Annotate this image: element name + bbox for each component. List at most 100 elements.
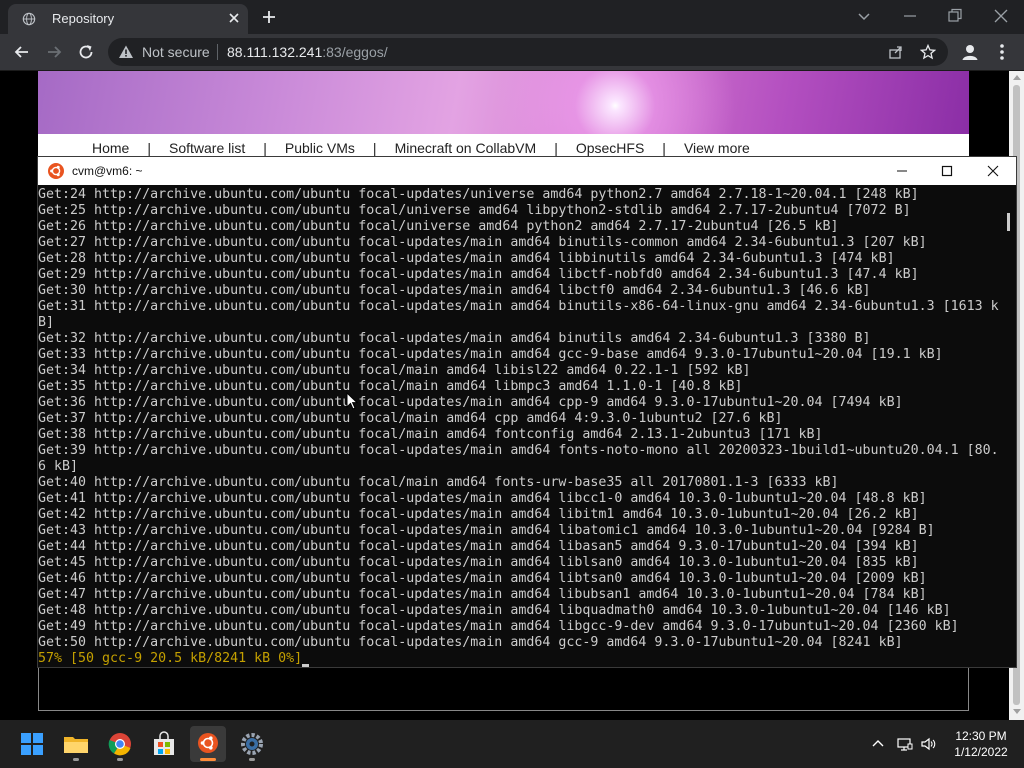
terminal-line: Get:49 http://archive.ubuntu.com/ubuntu … [38, 619, 959, 634]
ubuntu-icon [198, 733, 218, 753]
terminal-scrollbar-thumb[interactable] [1007, 213, 1010, 231]
terminal-line: Get:40 http://archive.ubuntu.com/ubuntu … [38, 475, 839, 490]
apt-progress-text: 57% [50 gcc-9 20.5 kB/8241 kB 0%] [38, 651, 303, 666]
nav-separator: | [662, 140, 666, 156]
terminal-line: Get:27 http://archive.ubuntu.com/ubuntu … [38, 235, 927, 250]
terminal-output[interactable]: Get:24 http://archive.ubuntu.com/ubuntu … [38, 187, 1000, 667]
terminal-line: Get:45 http://archive.ubuntu.com/ubuntu … [38, 555, 919, 570]
terminal-line: Get:34 http://archive.ubuntu.com/ubuntu … [38, 363, 751, 378]
taskbar-store[interactable] [146, 726, 182, 762]
terminal-line: Get:46 http://archive.ubuntu.com/ubuntu … [38, 571, 927, 586]
running-indicator [249, 758, 255, 761]
terminal-title: cvm@vm6: ~ [72, 164, 143, 178]
terminal-line: Get:43 http://archive.ubuntu.com/ubuntu … [38, 523, 935, 538]
close-window-icon[interactable] [991, 6, 1011, 26]
nav-link-view-more[interactable]: View more [684, 140, 750, 156]
terminal-line: Get:37 http://archive.ubuntu.com/ubuntu … [38, 411, 783, 426]
terminal-line: Get:50 http://archive.ubuntu.com/ubuntu … [38, 635, 903, 650]
warning-triangle-icon[interactable] [118, 44, 134, 60]
taskbar: 12:30 PM 1/12/2022 [0, 720, 1024, 768]
terminal-line: 6 kB] [38, 459, 79, 474]
chrome-icon [108, 733, 131, 756]
bookmark-star-icon[interactable] [920, 44, 936, 60]
terminal-line: Get:24 http://archive.ubuntu.com/ubuntu … [38, 187, 919, 202]
terminal-line: Get:42 http://archive.ubuntu.com/ubuntu … [38, 507, 919, 522]
share-icon[interactable] [888, 44, 904, 60]
url-path: :83/eggos/ [322, 44, 388, 60]
nav-separator: | [147, 140, 151, 156]
taskbar-settings[interactable] [234, 726, 270, 762]
clock-time: 12:30 PM [955, 729, 1007, 743]
reload-icon[interactable] [76, 42, 96, 62]
terminal-scrollbar[interactable] [1002, 185, 1016, 667]
profile-avatar-icon[interactable] [960, 42, 980, 62]
taskbar-start[interactable] [14, 726, 50, 762]
nav-separator: | [263, 140, 267, 156]
terminal-line: Get:44 http://archive.ubuntu.com/ubuntu … [38, 539, 919, 554]
terminal-line: Get:28 http://archive.ubuntu.com/ubuntu … [38, 251, 895, 266]
site-nav-items: Home | Software list | Public VMs | Minecraft … [88, 140, 754, 156]
nav-link-home[interactable]: Home [92, 140, 129, 156]
taskbar-ubuntu[interactable] [190, 726, 226, 762]
terminal-minimize-icon[interactable] [895, 164, 909, 178]
tab-title: Repository [52, 11, 115, 26]
system-clock[interactable]: 12:30 PM 1/12/2022 [946, 728, 1016, 760]
terminal-line: Get:25 http://archive.ubuntu.com/ubuntu … [38, 203, 911, 218]
terminal-line: Get:32 http://archive.ubuntu.com/ubuntu … [38, 331, 871, 346]
terminal-line: Get:30 http://archive.ubuntu.com/ubuntu … [38, 283, 871, 298]
terminal-title-bar[interactable]: cvm@vm6: ~ [38, 157, 1016, 185]
terminal-line: Get:33 http://archive.ubuntu.com/ubuntu … [38, 347, 943, 362]
scroll-up-icon[interactable] [1013, 75, 1021, 80]
close-tab-icon[interactable] [226, 10, 242, 26]
file-explorer-icon [64, 737, 88, 753]
terminal-line: Get:41 http://archive.ubuntu.com/ubuntu … [38, 491, 927, 506]
nav-separator: | [554, 140, 558, 156]
url-host: 88.111.132.241 [227, 44, 323, 60]
globe-icon [22, 12, 36, 26]
nav-link-minecraft[interactable]: Minecraft on CollabVM [395, 140, 537, 156]
terminal-window[interactable]: cvm@vm6: ~ Get:24 http://archive.ubuntu.… [38, 157, 1016, 667]
tab-search-chevron-icon[interactable] [854, 6, 874, 26]
new-tab-icon[interactable] [260, 8, 278, 26]
network-icon[interactable] [897, 736, 913, 752]
nav-separator: | [372, 140, 377, 156]
terminal-line: B] [38, 315, 55, 330]
nav-link-software-list[interactable]: Software list [169, 140, 245, 156]
terminal-line: Get:31 http://archive.ubuntu.com/ubuntu … [38, 299, 999, 314]
terminal-line: Get:35 http://archive.ubuntu.com/ubuntu … [38, 379, 743, 394]
terminal-line: Get:36 http://archive.ubuntu.com/ubuntu … [38, 395, 903, 410]
terminal-close-icon[interactable] [986, 164, 1000, 178]
running-indicator [117, 758, 123, 761]
terminal-line: Get:29 http://archive.ubuntu.com/ubuntu … [38, 267, 919, 282]
windows-start-icon [21, 733, 43, 755]
site-banner [38, 71, 969, 134]
nav-link-public-vms[interactable]: Public VMs [285, 140, 355, 156]
taskbar-chrome[interactable] [102, 726, 138, 762]
terminal-cursor [302, 664, 310, 667]
restore-icon[interactable] [945, 6, 965, 26]
url-text[interactable]: 88.111.132.241:83/eggos/ [227, 44, 388, 60]
address-bar[interactable]: Not secure 88.111.132.241:83/eggos/ [108, 38, 948, 66]
chevron-up-icon[interactable] [870, 736, 886, 752]
volume-icon[interactable] [920, 736, 936, 752]
terminal-line: Get:39 http://archive.ubuntu.com/ubuntu … [38, 443, 999, 458]
browser-toolbar: Not secure 88.111.132.241:83/eggos/ [0, 34, 1024, 71]
ubuntu-icon [48, 163, 64, 179]
forward-arrow-icon[interactable] [44, 42, 64, 62]
back-arrow-icon[interactable] [12, 42, 32, 62]
mouse-cursor-icon [346, 392, 358, 410]
terminal-progress-line: 57% [50 gcc-9 20.5 kB/8241 kB 0%] [38, 651, 1000, 667]
taskbar-file-explorer[interactable] [58, 726, 94, 762]
not-secure-label[interactable]: Not secure [142, 44, 210, 60]
browser-menu-icon[interactable] [996, 42, 1008, 62]
browser-tab-bar: Repository [0, 0, 1024, 34]
minimize-icon[interactable] [900, 6, 920, 26]
clock-date: 1/12/2022 [954, 745, 1008, 759]
scroll-down-icon[interactable] [1013, 709, 1021, 714]
settings-icon [241, 733, 263, 755]
tab-repository[interactable]: Repository [8, 4, 248, 34]
terminal-maximize-icon[interactable] [940, 164, 954, 178]
nav-link-opsechfs[interactable]: OpsecHFS [576, 140, 644, 156]
running-indicator [73, 758, 79, 761]
active-indicator [200, 758, 216, 761]
